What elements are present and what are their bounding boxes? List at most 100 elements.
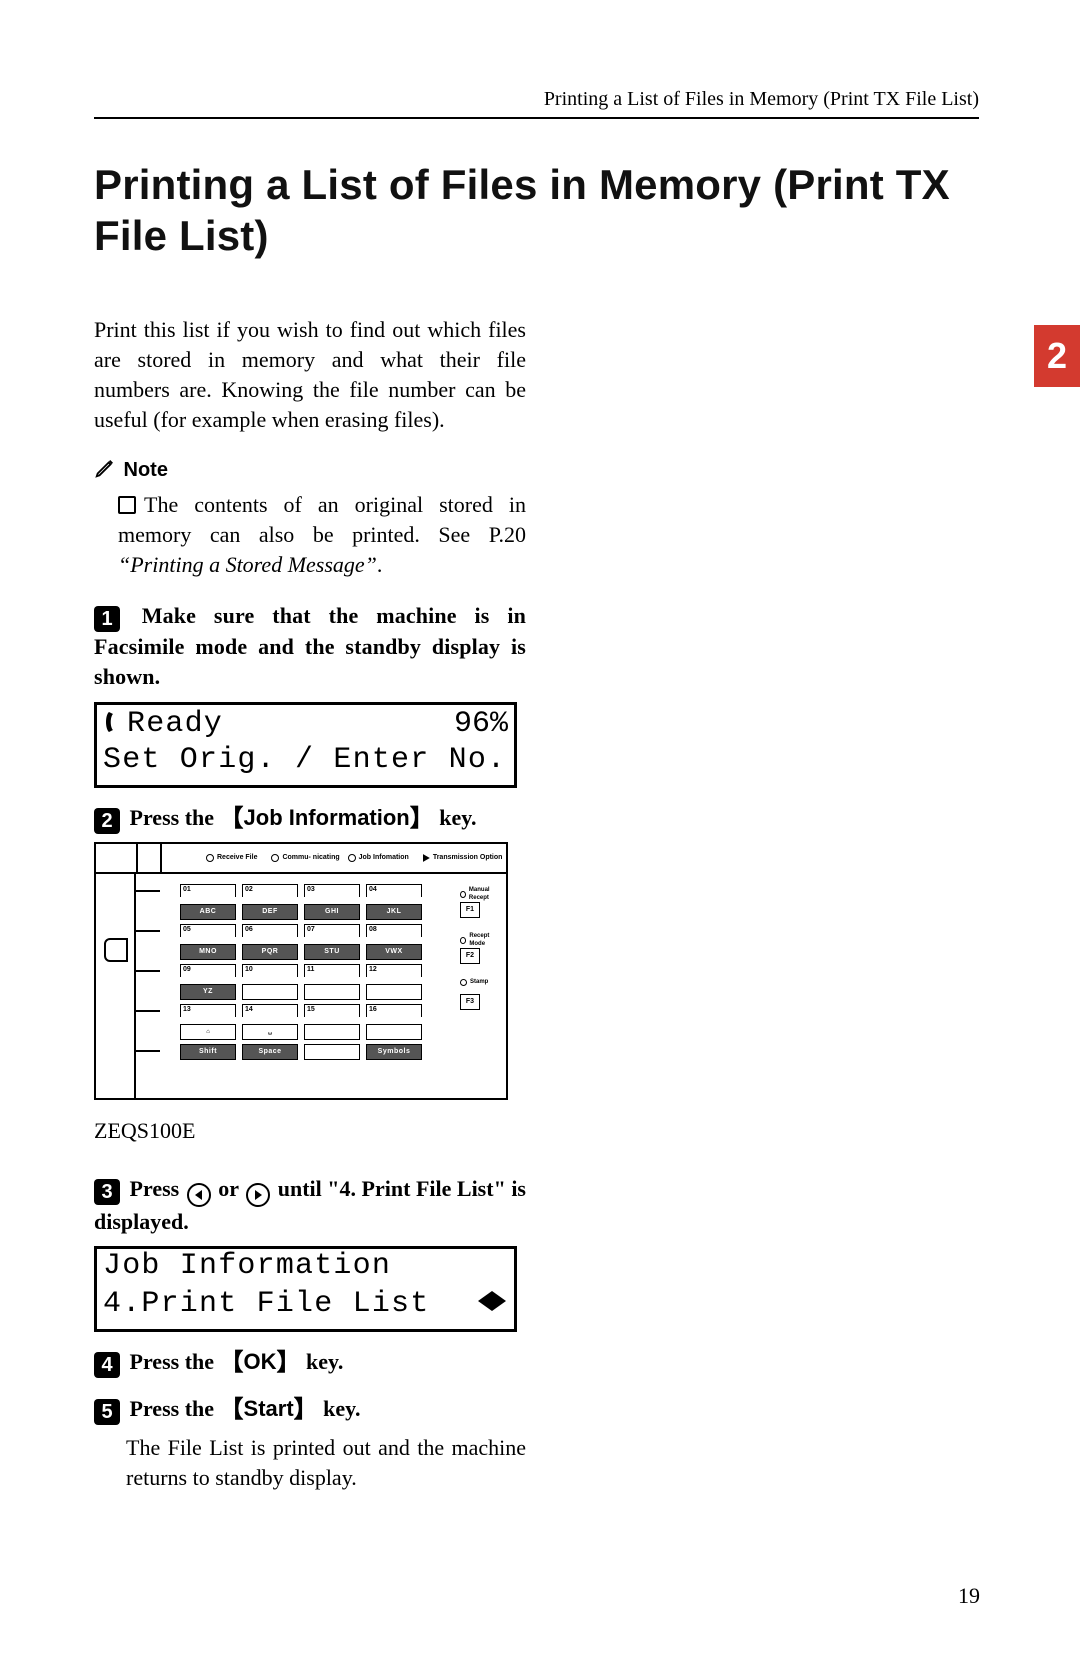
blank-key bbox=[366, 1024, 422, 1040]
letter-key: PQR bbox=[242, 944, 298, 960]
step-5-pre: Press the bbox=[130, 1396, 220, 1421]
step-5-post: key. bbox=[318, 1396, 361, 1421]
lcd1-ready: Ready bbox=[127, 707, 223, 741]
lcd2-line2: 4.Print File List bbox=[103, 1289, 429, 1319]
intro-paragraph: Print this list if you wish to find out … bbox=[94, 315, 526, 434]
note-label: Note bbox=[124, 459, 168, 481]
keypad-illustration-wrap: Receive File Commu- nicating Job Infomat… bbox=[94, 842, 526, 1164]
key-number: 04 bbox=[366, 884, 422, 897]
lcd2-row2: 4.Print File List bbox=[103, 1289, 508, 1323]
page-content: Printing a List of Files in Memory (Prin… bbox=[94, 88, 979, 1493]
keypad-grid: 01020304ABCDEFGHIJKL05060708MNOPQRSTUVWX… bbox=[180, 884, 420, 1060]
letter-key: GHI bbox=[304, 904, 360, 920]
ok-key: OK bbox=[244, 1349, 277, 1374]
handset-icon bbox=[103, 710, 123, 734]
panel-right-column: Manual Recept F1 Recept Mode F2 Stamp F3 bbox=[456, 874, 506, 1098]
note-ref: “Printing a Stored Message” bbox=[118, 552, 377, 577]
step-2-pre: Press the bbox=[130, 805, 220, 830]
key-number: 06 bbox=[242, 924, 298, 937]
job-information-key: Job Information bbox=[244, 805, 410, 830]
key-number: 01 bbox=[180, 884, 236, 897]
page-title: Printing a List of Files in Memory (Prin… bbox=[94, 159, 979, 261]
right-arrow-button-icon bbox=[246, 1183, 270, 1207]
blank-key bbox=[304, 984, 360, 1000]
lcd-display-2: Job Information 4.Print File List bbox=[94, 1246, 517, 1332]
right-bracket-icon: 】 bbox=[410, 805, 434, 832]
blank-key bbox=[366, 984, 422, 1000]
step-badge-1: 1 bbox=[94, 606, 120, 632]
indicator-receive-file: Receive File bbox=[206, 853, 257, 862]
indicator-transmission-option: Transmission Option bbox=[423, 853, 503, 862]
right-bracket-icon-3: 】 bbox=[294, 1396, 318, 1423]
f2-key: F2 bbox=[460, 948, 480, 964]
step-4: 4 Press the 【OK】 key. bbox=[94, 1346, 526, 1378]
lcd2-row1: Job Information bbox=[103, 1251, 508, 1285]
key-number: 11 bbox=[304, 964, 360, 977]
indicator-job-info: Job Infomation bbox=[348, 853, 409, 862]
letter-key: VWX bbox=[366, 944, 422, 960]
blank-key bbox=[304, 1024, 360, 1040]
step-4-post: key. bbox=[301, 1349, 344, 1374]
note-heading: Note bbox=[94, 454, 526, 484]
right-bracket-icon-2: 】 bbox=[277, 1349, 301, 1376]
illustration-code: ZEQS100E bbox=[94, 1116, 526, 1146]
lcd2-line1: Job Information bbox=[103, 1251, 391, 1281]
running-head: Printing a List of Files in Memory (Prin… bbox=[94, 88, 979, 119]
left-arrow-button-icon bbox=[187, 1183, 211, 1207]
blank-key bbox=[242, 984, 298, 1000]
letter-key: MNO bbox=[180, 944, 236, 960]
step-3-mid: or bbox=[218, 1176, 244, 1201]
shift-key: Shift bbox=[180, 1044, 236, 1060]
key-number: 09 bbox=[180, 964, 236, 977]
key-number: 14 bbox=[242, 1004, 298, 1017]
step-3-pre: Press bbox=[130, 1176, 185, 1201]
left-bracket-icon-3: 【 bbox=[220, 1396, 244, 1423]
left-bracket-icon: 【 bbox=[220, 805, 244, 832]
key-number: 02 bbox=[242, 884, 298, 897]
lcd1-percent: 96% bbox=[454, 709, 508, 739]
key-number: 13 bbox=[180, 1004, 236, 1017]
left-column: Print this list if you wish to find out … bbox=[94, 315, 526, 1492]
redial-key-icon: ⌂ bbox=[180, 1024, 236, 1040]
panel-top-row: Receive File Commu- nicating Job Infomat… bbox=[96, 844, 506, 874]
symbols-key: Symbols bbox=[366, 1044, 422, 1060]
note-bullet-icon bbox=[118, 496, 136, 514]
panel-left-rail bbox=[136, 874, 160, 1098]
note-body: The contents of an original stored in me… bbox=[118, 490, 526, 579]
note-text-1: The contents of an original stored in me… bbox=[118, 492, 526, 547]
step-badge-2: 2 bbox=[94, 808, 120, 834]
key-number: 15 bbox=[304, 1004, 360, 1017]
start-key: Start bbox=[244, 1396, 294, 1421]
f3-key: F3 bbox=[460, 994, 480, 1010]
pause-key-icon: ␣ bbox=[242, 1024, 298, 1040]
keypad-illustration: Receive File Commu- nicating Job Infomat… bbox=[94, 842, 508, 1100]
space-key: Space bbox=[242, 1044, 298, 1060]
step-badge-3: 3 bbox=[94, 1179, 120, 1205]
letter-key: JKL bbox=[366, 904, 422, 920]
left-bracket-icon-2: 【 bbox=[220, 1349, 244, 1376]
step-1-text: Make sure that the machine is in Facsimi… bbox=[94, 603, 526, 689]
key-number: 05 bbox=[180, 924, 236, 937]
left-right-arrows-icon bbox=[478, 1291, 508, 1311]
step-1: 1 Make sure that the machine is in Facsi… bbox=[94, 601, 526, 691]
step-badge-5: 5 bbox=[94, 1399, 120, 1425]
panel-left-edge bbox=[96, 874, 136, 1098]
indicator-stamp: Stamp bbox=[460, 978, 502, 986]
pencil-icon bbox=[94, 457, 116, 479]
letter-key: DEF bbox=[242, 904, 298, 920]
indicator-communicating: Commu- nicating bbox=[271, 853, 339, 862]
lcd1-row2: Set Orig. / Enter No. bbox=[103, 745, 508, 779]
key-number: 03 bbox=[304, 884, 360, 897]
step-4-pre: Press the bbox=[130, 1349, 220, 1374]
key-number: 16 bbox=[366, 1004, 422, 1017]
note-text-2: . bbox=[377, 552, 383, 577]
f1-key: F1 bbox=[460, 902, 480, 918]
letter-key: STU bbox=[304, 944, 360, 960]
lcd1-row1: Ready 96% bbox=[103, 707, 508, 741]
chapter-tab: 2 bbox=[1034, 325, 1080, 387]
panel-slot-icon bbox=[104, 938, 128, 962]
key-number: 12 bbox=[366, 964, 422, 977]
step-3: 3 Press or until "4. Print File List" is… bbox=[94, 1174, 526, 1237]
step-badge-4: 4 bbox=[94, 1352, 120, 1378]
key-number: 07 bbox=[304, 924, 360, 937]
